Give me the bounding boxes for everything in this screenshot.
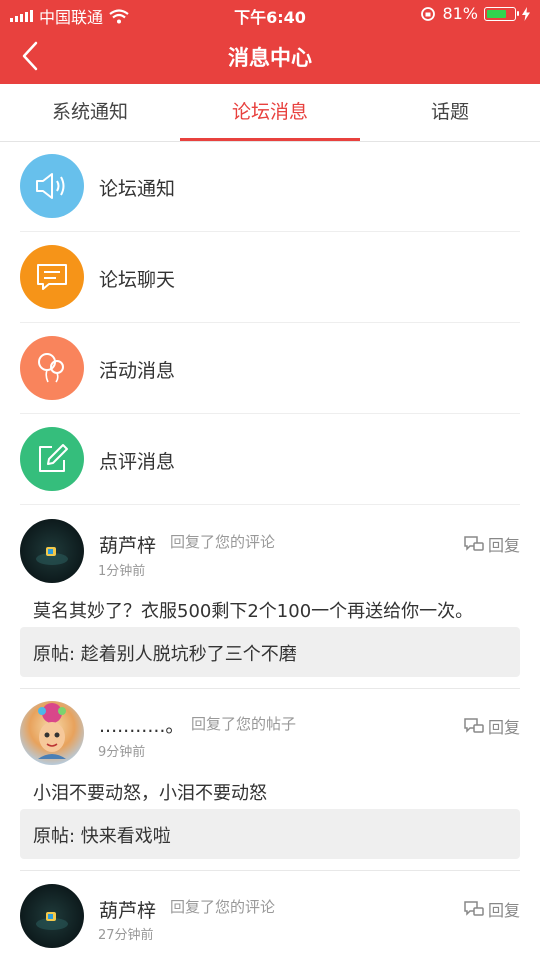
category-label: 点评消息 [99,451,176,473]
message-item[interactable]: ...........。 回复了您的帖子 9分钟前 回复 小泪不要动怒，小泪不要… [0,689,540,870]
avatar[interactable] [20,701,84,765]
tab-forum-messages[interactable]: 论坛消息 [180,84,360,141]
status-bar: 中国联通 下午6:40 81% [0,0,540,28]
category-icon-bg [20,245,84,309]
speaker-icon [36,173,65,199]
original-post-text: 原帖: 快来看戏啦 [33,826,171,847]
tab-topics[interactable]: 话题 [360,84,540,141]
category-label: 活动消息 [99,360,176,382]
category-forum-notice[interactable]: 论坛通知 [20,141,520,232]
page-title: 消息中心 [228,46,312,70]
avatar[interactable] [20,519,84,583]
category-review[interactable]: 点评消息 [20,414,520,505]
tab-system-notice[interactable]: 系统通知 [0,84,180,141]
reply-button[interactable]: 回复 [464,897,520,921]
category-icon-bg [20,154,84,218]
original-post[interactable]: 原帖: 趁着别人脱坑秒了三个不磨 [20,627,520,677]
reply-icon [464,718,484,733]
category-activity[interactable]: 活动消息 [20,323,520,414]
category-label: 论坛聊天 [99,269,176,291]
message-time: 9分钟前 [98,745,146,760]
battery-icon [484,6,519,21]
reply-button[interactable]: 回复 [464,532,520,556]
reply-label: 回复 [487,718,520,737]
reply-label: 回复 [487,901,520,920]
edit-icon [39,444,68,472]
avatar[interactable] [20,884,84,948]
avatar-image [38,703,66,759]
message-action: 回复了您的评论 [170,533,276,551]
message-content: 小泪不要动怒，小泪不要动怒 [33,783,267,804]
reply-label: 回复 [487,536,520,555]
user-name[interactable]: 葫芦梓 [99,896,156,923]
category-label: 论坛通知 [99,178,176,200]
message-time: 1分钟前 [98,564,146,579]
reply-icon [464,901,484,916]
user-name[interactable]: ...........。 [99,711,184,738]
message-content: 莫名其妙了？衣服500剩下2个100一个再送给你一次。 [33,601,474,622]
rotation-lock-icon [421,6,436,21]
avatar-image [36,547,68,565]
original-post-text: 原帖: 趁着别人脱坑秒了三个不磨 [33,644,297,665]
category-icon-bg [20,427,84,491]
header: 中国联通 下午6:40 81% 消息中心 [0,0,540,84]
message-item[interactable]: 葫芦梓 回复了您的评论 1分钟前 回复 莫名其妙了？衣服500剩下2个100一个… [0,505,540,688]
charging-icon [522,6,530,21]
message-time: 27分钟前 [98,928,154,943]
tab-bar: 系统通知 论坛消息 话题 [0,84,540,142]
category-icon-bg [20,336,84,400]
message-action: 回复了您的帖子 [191,715,297,733]
reply-icon [464,536,484,551]
user-name[interactable]: 葫芦梓 [99,531,156,558]
reply-button[interactable]: 回复 [464,714,520,738]
original-post[interactable]: 原帖: 快来看戏啦 [20,809,520,859]
message-item[interactable]: 葫芦梓 回复了您的评论 27分钟前 回复 [0,871,540,960]
chat-bubble-icon [37,264,67,290]
balloons-icon [38,353,64,383]
avatar-image [36,912,68,930]
category-forum-chat[interactable]: 论坛聊天 [20,232,520,323]
battery-percent: 81% [442,4,478,23]
nav-bar: 消息中心 [0,28,540,84]
message-action: 回复了您的评论 [170,898,276,916]
